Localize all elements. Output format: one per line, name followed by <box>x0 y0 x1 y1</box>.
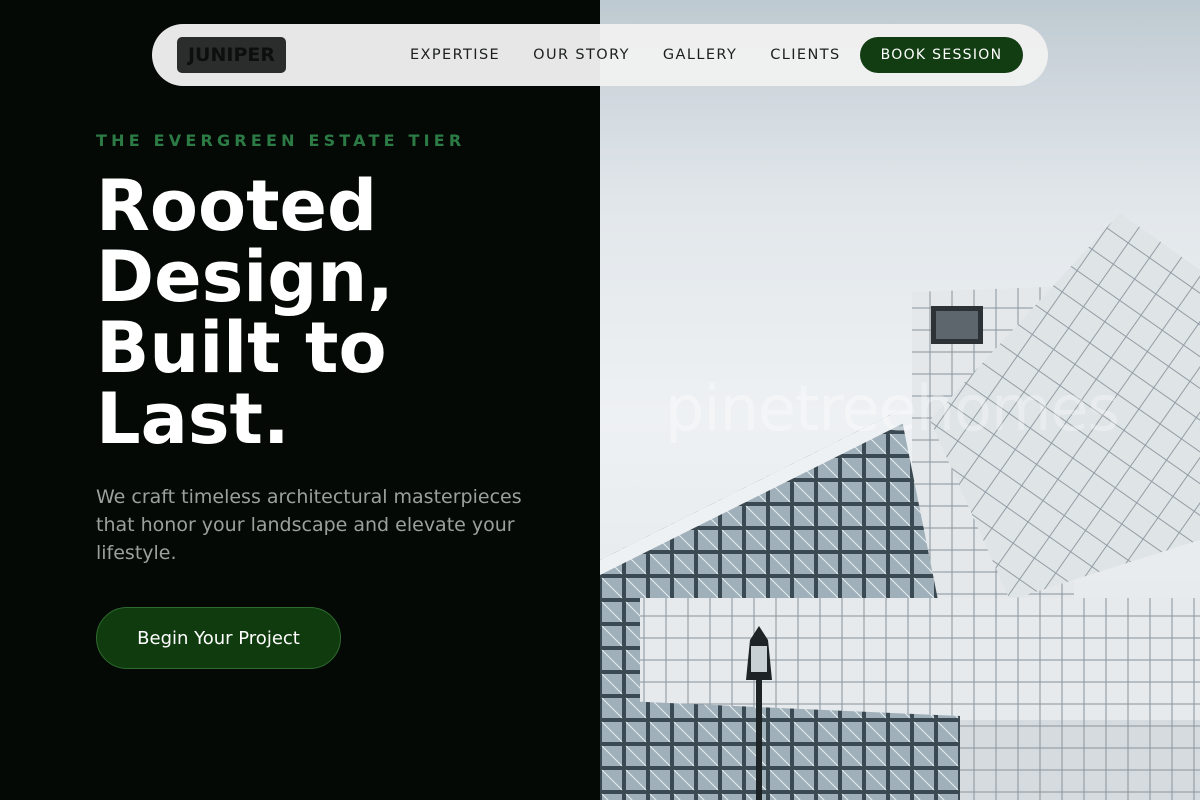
hero-lead-text: We craft timeless architectural masterpi… <box>96 486 522 564</box>
headline-line: Last. <box>96 378 290 460</box>
nav-links: EXPERTISE OUR STORY GALLERY CLIENTS <box>410 24 874 86</box>
headline-line: Rooted <box>96 165 378 247</box>
brand-logo[interactable]: JUNIPER <box>177 37 286 73</box>
nav-link-clients[interactable]: CLIENTS <box>770 47 840 63</box>
headline-line: Design, <box>96 236 394 318</box>
book-session-button[interactable]: BOOK SESSION <box>860 37 1023 73</box>
nav-link-gallery[interactable]: GALLERY <box>663 47 737 63</box>
watermark: pinetreehomes <box>665 372 1120 445</box>
nav-link-our-story[interactable]: OUR STORY <box>533 47 630 63</box>
top-navbar: JUNIPER EXPERTISE OUR STORY GALLERY CLIE… <box>152 24 1048 86</box>
headline-line: Built to <box>96 307 387 389</box>
hero-eyebrow: THE EVERGREEN ESTATE TIER <box>96 131 466 150</box>
nav-link-expertise[interactable]: EXPERTISE <box>410 47 500 63</box>
begin-project-button[interactable]: Begin Your Project <box>96 607 341 669</box>
hero-headline: Rooted Design, Built to Last. <box>96 171 576 455</box>
